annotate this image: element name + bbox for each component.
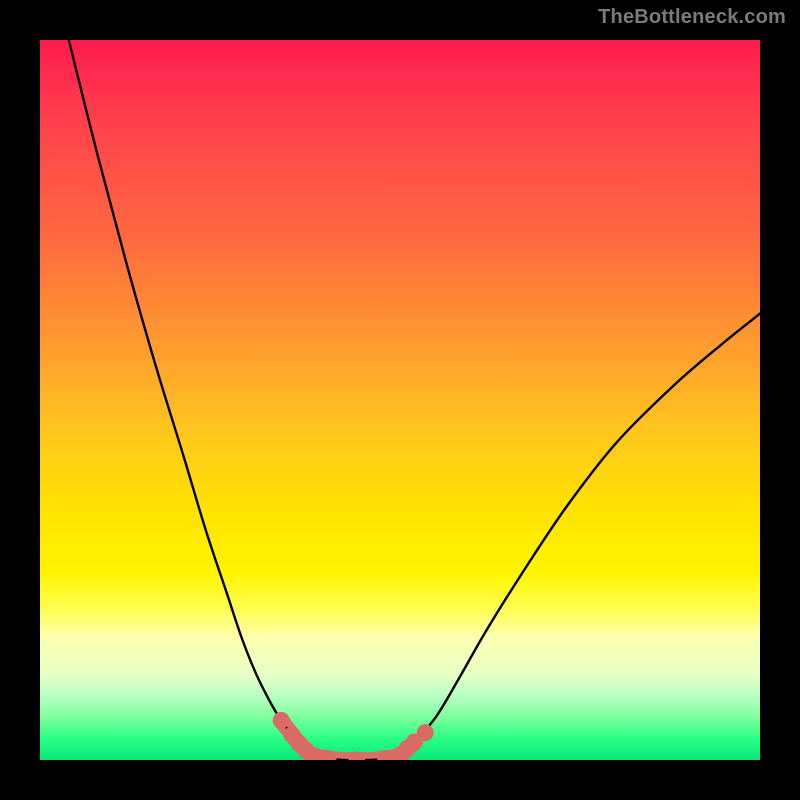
accent-dots-group (273, 712, 434, 760)
watermark-text: TheBottleneck.com (598, 6, 786, 29)
accent-dot (273, 712, 290, 729)
curve-right-branch (400, 314, 760, 755)
curve-left-branch (69, 40, 314, 756)
accent-dot (417, 724, 434, 741)
plot-area (40, 40, 760, 760)
outer-frame: TheBottleneck.com (0, 0, 800, 800)
chart-svg (40, 40, 760, 760)
